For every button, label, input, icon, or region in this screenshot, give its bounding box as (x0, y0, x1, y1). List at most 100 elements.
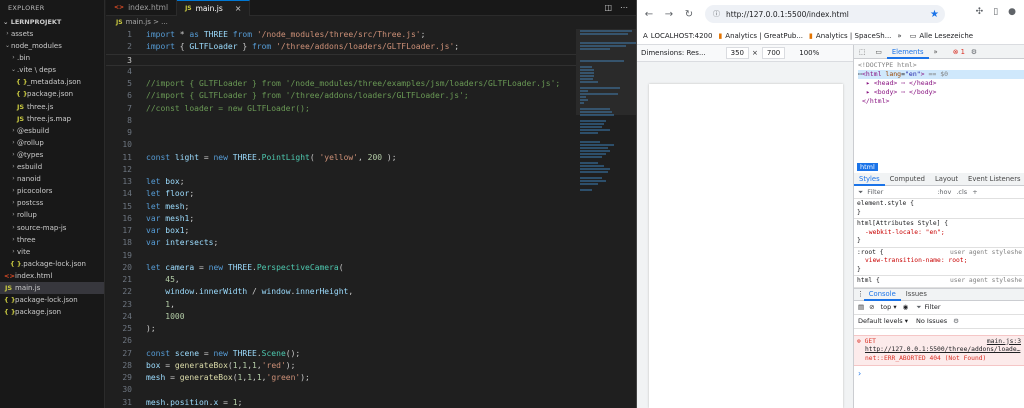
cls-button[interactable]: .cls (956, 188, 967, 196)
tree-item[interactable]: JS three.js.map (0, 113, 104, 125)
code-line[interactable]: 8 (106, 115, 576, 127)
drawer-menu-icon[interactable]: ⋮ (857, 290, 864, 298)
code-line[interactable]: 29 mesh = generateBox(1,1,1,'green'); (106, 372, 576, 384)
split-editor-icon[interactable]: ◫ (604, 0, 612, 16)
code-line[interactable]: 1 import * as THREE from '/node_modules/t… (106, 29, 576, 41)
code-line[interactable]: 22 window.innerWidth / window.innerHeigh… (106, 286, 576, 298)
body-node[interactable]: ▸ <body> ⋯ </body> (858, 88, 1024, 97)
code-line[interactable]: 27 const scene = new THREE.Scene(); (106, 348, 576, 360)
code-line[interactable]: 26 (106, 335, 576, 347)
reload-icon[interactable]: ↻ (681, 9, 697, 20)
code-line[interactable]: 23 1, (106, 299, 576, 311)
device-icon[interactable]: ▭ (870, 45, 886, 59)
tree-item[interactable]: { } package-lock.json (0, 294, 104, 306)
tab-index-html[interactable]: <> index.html (106, 0, 178, 16)
extensions-icon[interactable]: ✣ (976, 7, 984, 17)
bookmark-item[interactable]: ▮ Analytics | GreatPub... (718, 32, 803, 40)
width-input[interactable]: 350 (725, 47, 749, 59)
code-line[interactable]: 21 45, (106, 274, 576, 286)
tab-computed[interactable]: Computed (885, 173, 930, 186)
default-levels-select[interactable]: Default levels ▾ (858, 317, 908, 325)
sidebar-toggle-icon[interactable]: ▤ (858, 303, 864, 311)
code-editor[interactable]: 1 import * as THREE from '/node_modules/t… (106, 29, 576, 408)
console-filter-input[interactable]: Filter (924, 303, 940, 311)
code-line[interactable]: 30 (106, 384, 576, 396)
code-line[interactable]: 11 const light = new THREE.PointLight( 'y… (106, 152, 576, 164)
code-line[interactable]: 16 var mesh1; (106, 213, 576, 225)
error-url-link[interactable]: http://127.0.0.1:5500/three/addons/loade… (865, 346, 1020, 353)
tab-styles[interactable]: Styles (854, 173, 885, 186)
code-line[interactable]: 6 //import { GLTFLoader } from '/three/ad… (106, 90, 576, 102)
tree-item[interactable]: { } package.json (0, 88, 104, 100)
context-select[interactable]: top ▾ (881, 303, 897, 311)
code-line[interactable]: 18 var intersects; (106, 237, 576, 249)
code-line[interactable]: 25); (106, 323, 576, 335)
inspect-icon[interactable]: ⬚ (854, 45, 870, 59)
dom-breadcrumb[interactable]: html (854, 161, 1024, 173)
tree-item[interactable]: JS main.js (0, 281, 104, 295)
tree-item[interactable]: › @rollup (0, 137, 104, 149)
code-line[interactable]: 19 (106, 250, 576, 262)
html-node[interactable]: ⋯<html lang="en"> == $0 (858, 70, 1024, 79)
code-line[interactable]: 5 //import { GLTFLoader } from '/node_mod… (106, 78, 576, 90)
code-line[interactable]: 7 //const loader = new GLTFLoader(); (106, 103, 576, 115)
add-rule-icon[interactable]: + (972, 188, 977, 196)
side-panel-icon[interactable]: ▯ (993, 7, 998, 17)
head-node[interactable]: ▸ <head> ⋯ </head> (858, 79, 1024, 88)
code-line[interactable]: 10 (106, 139, 576, 151)
profile-icon[interactable]: ● (1008, 7, 1016, 17)
tree-item[interactable]: › assets (0, 28, 104, 40)
code-line[interactable]: 14 let floor; (106, 188, 576, 200)
tab-layout[interactable]: Layout (930, 173, 963, 186)
bookmarks-overflow[interactable]: » (897, 32, 901, 40)
rendered-page[interactable] (649, 84, 843, 408)
tree-item[interactable]: › @esbuild (0, 125, 104, 137)
style-rule[interactable]: html {user agent styleshe (854, 276, 1024, 288)
close-icon[interactable]: × (235, 1, 242, 17)
forward-arrow-icon[interactable]: → (661, 9, 677, 20)
code-line[interactable]: 3 (106, 53, 576, 66)
tree-item[interactable]: ⌄ .vite \ deps (0, 64, 104, 76)
dimensions-select[interactable]: Dimensions: Res... (641, 49, 706, 57)
styles-filter-input[interactable]: Filter (867, 188, 937, 196)
clear-console-icon[interactable]: ⊘ (869, 303, 874, 311)
code-line[interactable]: 2 import { GLTFLoader } from '/three/addo… (106, 41, 576, 53)
code-line[interactable]: 20 let camera = new THREE.PerspectiveCame… (106, 262, 576, 274)
code-line[interactable]: 31 mesh.position.x = 1; (106, 397, 576, 408)
error-count-badge[interactable]: ⊗ 1 (953, 48, 965, 56)
code-line[interactable]: 17 var box1; (106, 225, 576, 237)
rule-declaration[interactable]: view-transition-name: root; (857, 257, 1022, 266)
bookmark-item[interactable]: A LOCALHOST:4200 (643, 32, 712, 40)
code-line[interactable]: 24 1000 (106, 311, 576, 323)
minimap[interactable] (576, 29, 638, 408)
style-rule[interactable]: html[Attributes Style] {-webkit-locale: … (854, 219, 1024, 248)
eye-icon[interactable]: ◉ (903, 303, 909, 311)
breadcrumb[interactable]: JS main.js > ... (106, 16, 636, 29)
tree-item[interactable]: › .bin (0, 52, 104, 64)
minimap-viewport[interactable] (576, 29, 636, 115)
zoom-select[interactable]: 100% (799, 49, 819, 57)
code-line[interactable]: 12 (106, 164, 576, 176)
bookmark-star-icon[interactable]: ★ (930, 9, 939, 20)
rule-declaration[interactable]: -webkit-locale: "en"; (857, 229, 1022, 238)
code-line[interactable]: 13 let box; (106, 176, 576, 188)
tree-item[interactable]: › three (0, 234, 104, 246)
tree-item[interactable]: › @types (0, 149, 104, 161)
hov-button[interactable]: :hov (937, 188, 951, 196)
crumb-html[interactable]: html (857, 163, 878, 171)
tab-main-js[interactable]: JS main.js × (177, 0, 251, 17)
settings-icon[interactable]: ⚙ (953, 317, 959, 325)
all-bookmarks-folder[interactable]: ▭ Alle Lesezeiche (910, 32, 973, 40)
code-line[interactable]: 4 (106, 66, 576, 78)
height-input[interactable]: 700 (761, 47, 786, 59)
tree-item[interactable]: › vite (0, 246, 104, 258)
settings-icon[interactable]: ⚙ (971, 48, 977, 56)
style-rule[interactable]: :root {user agent styleshe view-transitio… (854, 248, 1024, 276)
code-line[interactable]: 28 box = generateBox(1,1,1,'red'); (106, 360, 576, 372)
tab-issues[interactable]: Issues (901, 287, 932, 301)
error-source-link[interactable]: main.js:3 (987, 338, 1021, 347)
tab-event-listeners[interactable]: Event Listeners (963, 173, 1024, 186)
site-info-icon[interactable]: ⓘ (713, 9, 720, 19)
project-folder[interactable]: ⌄ LERNPROJEKT (0, 16, 104, 28)
tree-item[interactable]: › picocolors (0, 185, 104, 197)
